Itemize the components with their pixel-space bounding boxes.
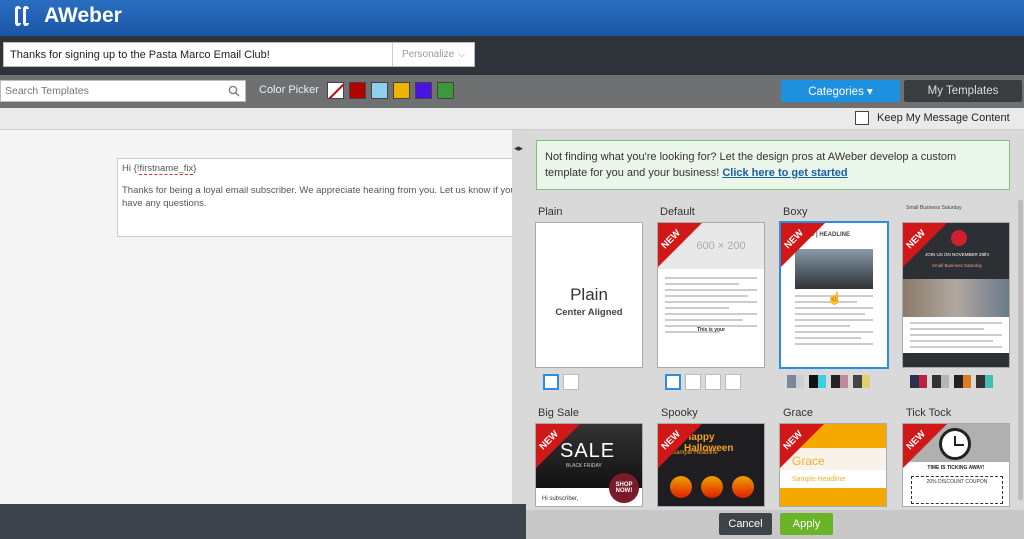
template-label-default: Default — [660, 206, 695, 218]
template-label-tick-tock: Tick Tock — [906, 407, 952, 419]
logo-text: AWeber — [44, 4, 122, 27]
color-option[interactable] — [563, 374, 579, 390]
cancel-button[interactable]: Cancel — [719, 513, 772, 535]
collapse-arrows-icon[interactable]: ◂▸ — [514, 143, 523, 154]
template-big-sale[interactable]: SALE BLACK FRIDAY SHOP NOW! Hi subscribe… — [535, 423, 643, 507]
sb-footer-bg — [903, 353, 1009, 367]
template-label-spooky: Spooky — [661, 407, 698, 419]
template-grace[interactable]: Grace Sample Headline NEW — [779, 423, 887, 507]
template-spooky[interactable]: Happy Halloween Sample Headline NEW — [657, 423, 765, 507]
sb-crowd-image — [903, 279, 1009, 317]
shop-now-badge: SHOP NOW! — [609, 473, 639, 503]
small-business-color-options — [910, 375, 993, 388]
preview-body: Thanks for being a loyal email subscribe… — [122, 184, 516, 209]
panel-scrollbar[interactable] — [1018, 200, 1023, 500]
panel-resize-handle[interactable] — [512, 130, 526, 504]
color-picker-label: Color Picker — [259, 84, 319, 96]
color-option[interactable] — [853, 375, 870, 388]
template-tick-tock[interactable]: TIME IS TICKING AWAY! 20% DISCOUNT COUPO… — [902, 423, 1010, 507]
personalize-label: Personalize — [401, 49, 455, 60]
aweber-template-picker: AWeber Thanks for signing up to the Past… — [0, 0, 1024, 539]
color-option[interactable] — [976, 375, 993, 388]
aweber-logo[interactable]: AWeber — [14, 4, 122, 28]
get-started-link[interactable]: Click here to get started — [722, 167, 847, 179]
swatch-color[interactable] — [371, 82, 388, 99]
keep-content-label[interactable]: Keep My Message Content — [877, 112, 1010, 124]
color-option[interactable] — [725, 374, 741, 390]
swatch-color[interactable] — [349, 82, 366, 99]
swatch-color[interactable] — [437, 82, 454, 99]
message-preview[interactable]: Hi {!firstname_fix} Thanks for being a l… — [117, 158, 526, 237]
color-option[interactable] — [787, 375, 804, 388]
template-plain[interactable]: Plain Center Aligned — [535, 222, 643, 368]
pumpkin-icons — [670, 476, 754, 498]
subject-input[interactable]: Thanks for signing up to the Pasta Marco… — [3, 42, 475, 67]
default-color-options — [665, 374, 741, 390]
color-option[interactable] — [910, 375, 927, 388]
color-option[interactable] — [809, 375, 826, 388]
custom-template-banner: Not finding what you're looking for? Let… — [536, 140, 1010, 190]
personalize-dropdown[interactable]: Personalize ⌵ — [392, 43, 474, 66]
plain-subtitle: Center Aligned — [555, 307, 623, 318]
text-lines — [910, 322, 1002, 352]
preview-greeting: Hi {!firstname_fix} — [122, 163, 197, 175]
sb-logo-icon — [951, 230, 967, 246]
color-option[interactable] — [665, 374, 681, 390]
categories-button[interactable]: Categories ▾ — [781, 80, 900, 102]
color-option[interactable] — [543, 374, 559, 390]
template-default[interactable]: 600 × 200 NEW This is your — [657, 222, 765, 368]
search-box[interactable] — [0, 80, 246, 102]
template-boxy[interactable]: GO | HEADLINE NEW ☝ — [779, 221, 889, 369]
grace-sub: Sample Headline — [792, 476, 846, 483]
template-label-grace: Grace — [783, 407, 813, 419]
my-templates-button[interactable]: My Templates — [904, 80, 1022, 102]
aweber-logo-icon — [14, 4, 40, 28]
editor-footer — [0, 504, 526, 539]
footer-label: This is your — [696, 327, 726, 333]
sale-greeting: Hi subscriber, — [542, 496, 579, 502]
template-label-big-sale: Big Sale — [538, 407, 579, 419]
color-swatches — [327, 82, 454, 99]
chevron-down-icon: ⌵ — [458, 49, 466, 59]
boxy-color-options — [787, 375, 870, 388]
subject-text[interactable]: Thanks for signing up to the Pasta Marco… — [4, 49, 392, 61]
color-option[interactable] — [685, 374, 701, 390]
template-label-boxy: Boxy — [783, 206, 808, 218]
swatch-none[interactable] — [327, 82, 344, 99]
app-header: AWeber — [0, 0, 1024, 36]
plain-title: Plain — [570, 285, 608, 304]
search-input[interactable] — [1, 85, 223, 97]
coupon-box: 20% DISCOUNT COUPON — [911, 476, 1003, 504]
cursor-hand-icon: ☝ — [827, 291, 842, 305]
template-label-plain: Plain — [538, 206, 563, 218]
swatch-color[interactable] — [393, 82, 410, 99]
swatch-color[interactable] — [415, 82, 432, 99]
apply-button[interactable]: Apply — [780, 513, 833, 535]
template-small-business[interactable]: JOIN US ON NOVEMBER 28th! Small Business… — [902, 222, 1010, 368]
panel-footer — [526, 510, 1024, 539]
color-option[interactable] — [705, 374, 721, 390]
color-option[interactable] — [954, 375, 971, 388]
color-option[interactable] — [831, 375, 848, 388]
template-caption-small-business: Small Business Saturday — [906, 205, 962, 211]
search-icon[interactable] — [223, 81, 245, 101]
plain-color-options — [543, 374, 579, 390]
color-option[interactable] — [932, 375, 949, 388]
keep-content-checkbox[interactable] — [855, 111, 869, 125]
keep-content-bar — [0, 108, 1024, 130]
grace-band — [780, 488, 886, 506]
